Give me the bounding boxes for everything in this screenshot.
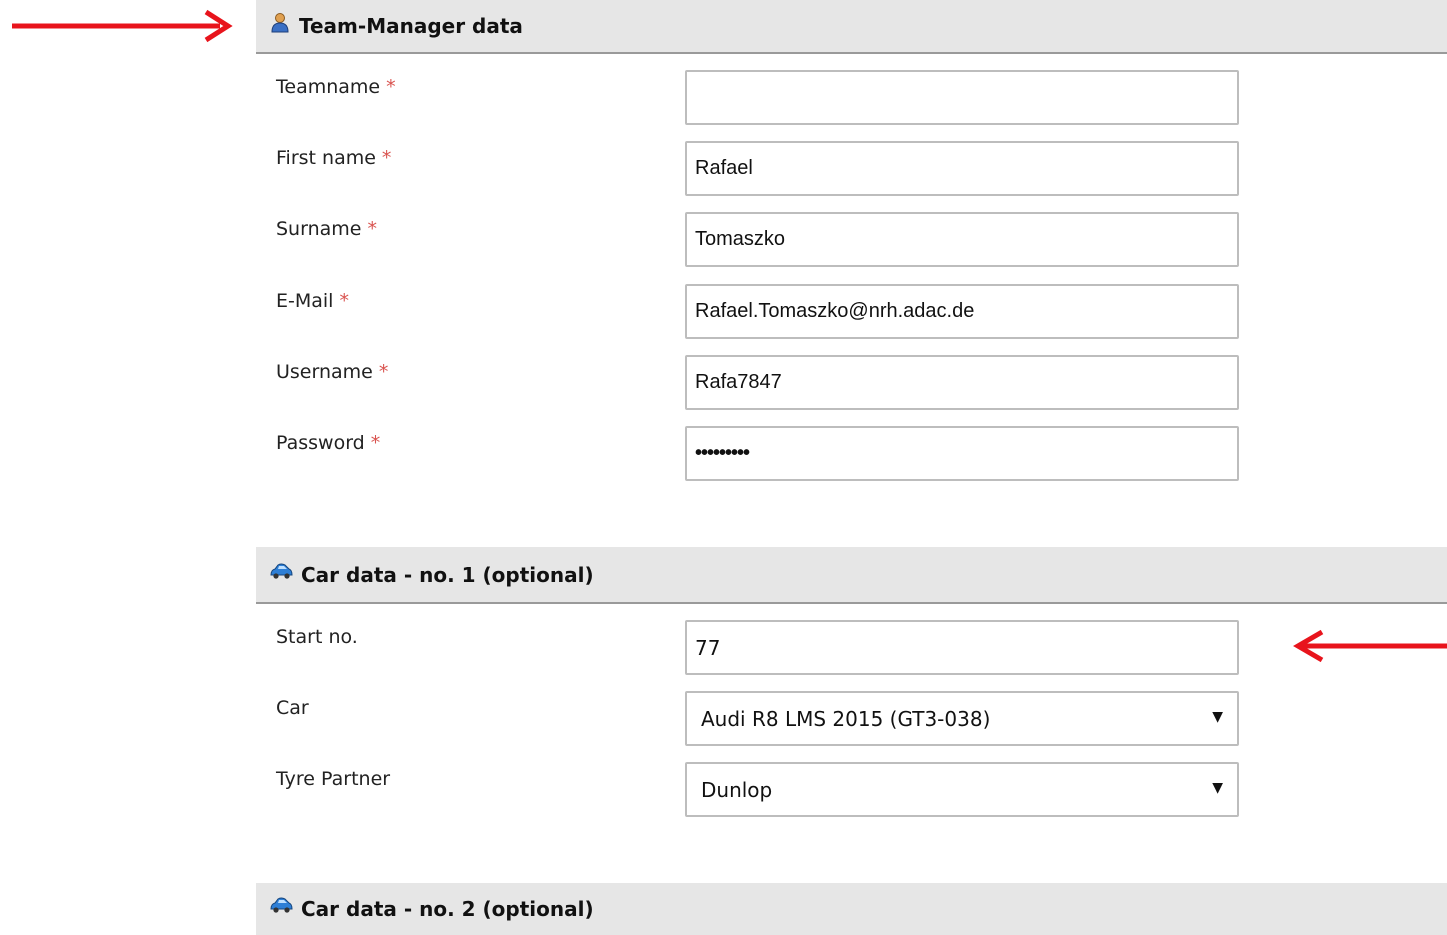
username-input[interactable]	[685, 355, 1239, 410]
required-marker: *	[370, 432, 381, 454]
chevron-down-icon: ▼	[1212, 709, 1223, 725]
first-name-input[interactable]	[685, 141, 1239, 196]
required-marker: *	[339, 290, 349, 312]
required-marker: *	[367, 218, 377, 240]
tyre-partner-select-value: Dunlop	[701, 777, 773, 802]
team-manager-header: Team-Manager data	[256, 0, 1447, 54]
start-no-input[interactable]	[685, 620, 1239, 675]
form-row-surname: Surname *	[256, 212, 1447, 268]
surname-input[interactable]	[685, 212, 1239, 267]
chevron-down-icon: ▼	[1212, 780, 1223, 796]
car-data-1-header: Car data - no. 1 (optional)	[256, 547, 1447, 604]
car-data-2-header: Car data - no. 2 (optional)	[256, 883, 1447, 935]
car-label: Car	[276, 697, 309, 719]
password-label: Password *	[276, 432, 381, 454]
surname-label: Surname *	[276, 218, 377, 240]
email-input[interactable]	[685, 284, 1239, 339]
car-icon	[270, 897, 293, 913]
car-data-1-title: Car data - no. 1 (optional)	[301, 562, 594, 587]
teamname-input[interactable]	[685, 70, 1239, 125]
teamname-label: Teamname *	[276, 76, 396, 98]
team-manager-title: Team-Manager data	[299, 14, 523, 38]
registration-form-page: Team-Manager data Teamname * First name * …	[0, 0, 1447, 935]
email-label: E-Mail *	[276, 290, 349, 312]
user-icon	[271, 13, 289, 33]
form-row-tyre-partner: Tyre Partner Dunlop ▼	[256, 762, 1447, 818]
form-row-start-no: Start no.	[256, 620, 1447, 676]
form-row-username: Username *	[256, 355, 1447, 411]
car-icon	[270, 563, 293, 579]
car-select[interactable]: Audi R8 LMS 2015 (GT3-038) ▼	[685, 691, 1239, 746]
required-marker: *	[381, 147, 392, 169]
first-name-label: First name *	[276, 147, 392, 169]
car-data-2-title: Car data - no. 2 (optional)	[301, 897, 594, 921]
form-row-password: Password *	[256, 426, 1447, 482]
form-row-email: E-Mail *	[256, 284, 1447, 340]
username-label: Username *	[276, 361, 389, 383]
form-row-first-name: First name *	[256, 141, 1447, 197]
tyre-partner-select[interactable]: Dunlop ▼	[685, 762, 1239, 817]
form-row-car: Car Audi R8 LMS 2015 (GT3-038) ▼	[256, 691, 1447, 747]
required-marker: *	[386, 76, 396, 98]
annotation-arrow-right-icon	[12, 9, 233, 43]
form-row-teamname: Teamname *	[256, 70, 1447, 126]
required-marker: *	[378, 361, 389, 383]
start-no-label: Start no.	[276, 626, 358, 648]
car-select-value: Audi R8 LMS 2015 (GT3-038)	[701, 706, 991, 731]
tyre-partner-label: Tyre Partner	[276, 768, 391, 790]
password-input[interactable]	[685, 426, 1239, 481]
